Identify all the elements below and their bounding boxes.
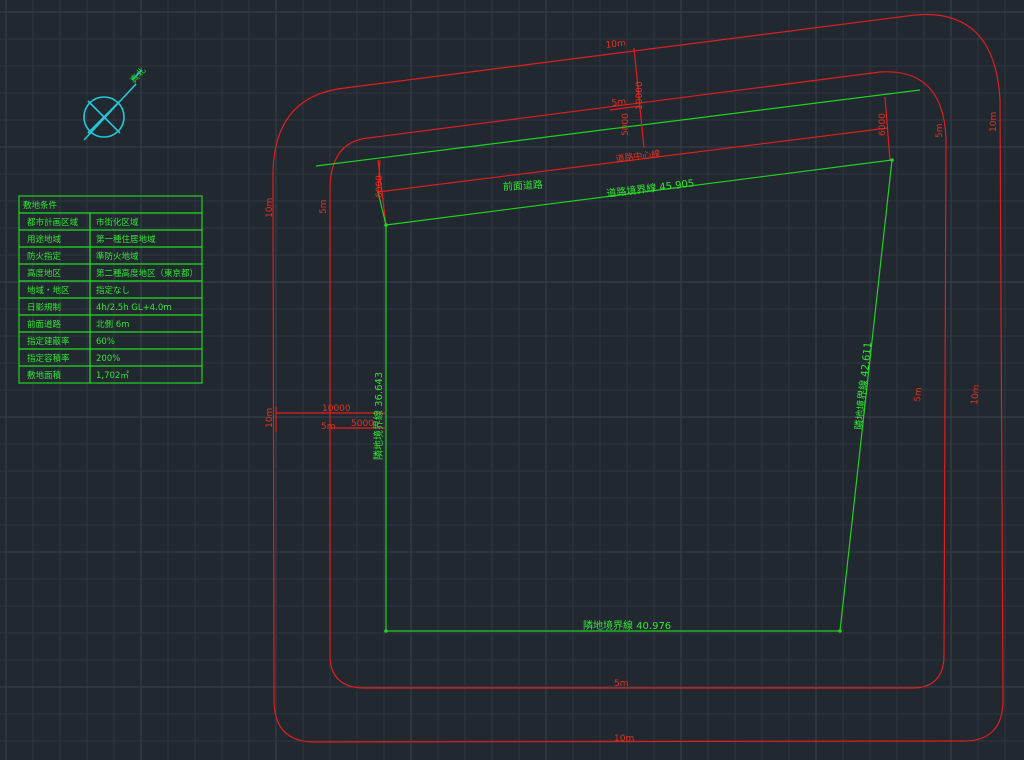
road-boundary-label: 道路境界線 45.905 — [606, 176, 695, 200]
table-row-value: 準防火地域 — [96, 251, 139, 262]
setback-line-5m — [329, 71, 947, 689]
table-row-label: 敷地面積 — [27, 370, 62, 381]
label-5m-west: 5m — [321, 422, 336, 432]
table-row-label: 用途地域 — [27, 234, 62, 245]
west-boundary-label: 隣地境界線 36.643 — [372, 372, 385, 460]
dim-6000-right-label: 6000 — [878, 113, 888, 136]
table-row-value: 60% — [96, 337, 115, 347]
dim-5000-vert-label: 5000 — [621, 113, 631, 136]
label-10m-west: 10m — [265, 408, 275, 428]
table-row-value: 指定なし — [96, 285, 130, 296]
south-boundary-label: 隣地境界線 40.976 — [583, 619, 671, 632]
table-row-value: 市街化区域 — [96, 217, 139, 228]
table-row-value: 1,702㎡ — [96, 371, 129, 381]
label-5m-right: 5m — [935, 124, 945, 139]
table-row-value: 第一種住居地域 — [96, 234, 156, 245]
table-row-label: 防火指定 — [27, 251, 62, 262]
table-row-value: 200% — [96, 354, 120, 364]
label-10m-top: 10m — [605, 39, 626, 51]
dim-6000-left-label: 6000 — [375, 175, 385, 198]
north-compass-icon: 真北 — [83, 65, 148, 141]
label-5m-right-low: 5m — [913, 387, 924, 402]
table-row-label: 指定建蔽率 — [27, 336, 70, 347]
table-title: 敷地条件 — [23, 200, 58, 211]
label-10m-right-low: 10m — [970, 384, 982, 405]
table-row-label: 地域・地区 — [27, 285, 70, 296]
label-10m-bottom: 10m — [614, 734, 634, 744]
table-row-value: 北側 6m — [96, 319, 129, 330]
label-5m-top: 5m — [611, 97, 627, 109]
label-10m-left: 10m — [265, 198, 275, 218]
table-row-label: 都市計画区域 — [27, 217, 79, 228]
table-row-label: 前面道路 — [27, 319, 62, 330]
label-5m-left: 5m — [319, 200, 329, 215]
corner-marker — [838, 629, 842, 633]
dim-10000-label: 10000 — [322, 404, 351, 414]
table-row-label: 高度地区 — [27, 268, 62, 279]
table-row-label: 日影規制 — [27, 302, 61, 313]
front-road-label: 前面道路 — [502, 178, 543, 193]
table-rows: 都市計画区域 市街化区域用途地域 第一種住居地域防火指定 準防火地域高度地区 第二種高度… — [18, 212, 203, 384]
label-5m-bottom: 5m — [614, 679, 629, 689]
table-row-label: 指定容積率 — [27, 353, 70, 364]
dim-10000-vert-label: 10000 — [635, 81, 645, 110]
cad-drawing-canvas[interactable]: 真北 敷地条件 都市計画区域 市街化区域用途地域 第一種住居地域防火指定 準防火地域高… — [0, 0, 1024, 760]
corner-marker — [890, 158, 894, 162]
table-row-value: 4h/2.5h GL+4.0m — [96, 303, 172, 313]
table-row-value: 第二種高度地区（東京都） — [96, 268, 198, 279]
drafting-grid — [0, 0, 1024, 760]
dim-5000-label: 5000 — [351, 419, 374, 429]
site-conditions-table: 敷地条件 都市計画区域 市街化区域用途地域 第一種住居地域防火指定 準防火地域高度地区… — [18, 195, 203, 384]
corner-marker — [384, 223, 388, 227]
north-arrow-label: 真北 — [127, 65, 148, 86]
label-10m-right: 10m — [989, 112, 999, 132]
corner-marker — [384, 629, 388, 633]
